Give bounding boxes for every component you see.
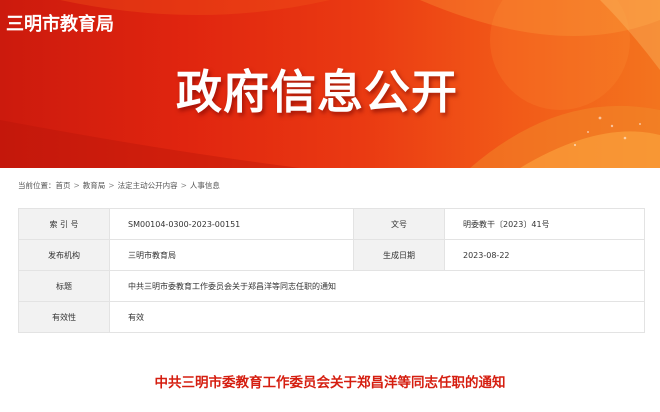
info-table: 索 引 号 SM00104-0300-2023-00151 文号 明委教干〔20… bbox=[18, 208, 645, 333]
breadcrumb-education-bureau[interactable]: 教育局 bbox=[83, 180, 106, 191]
title-value: 中共三明市委教育工作委员会关于郑昌洋等同志任职的通知 bbox=[109, 270, 645, 302]
document-title: 中共三明市委教育工作委员会关于郑昌洋等同志任职的通知 bbox=[154, 375, 506, 391]
breadcrumb: 当前位置： 首页 > 教育局 > 法定主动公开内容 > 人事信息 bbox=[18, 180, 220, 191]
validity-value: 有效 bbox=[109, 301, 645, 333]
breadcrumb-separator-icon: > bbox=[73, 181, 80, 190]
validity-label: 有效性 bbox=[18, 301, 110, 333]
breadcrumb-separator-icon: > bbox=[180, 181, 187, 190]
banner-title: 政府信息公开 bbox=[176, 65, 458, 119]
title-label: 标题 bbox=[18, 270, 110, 302]
breadcrumb-public-content[interactable]: 法定主动公开内容 bbox=[118, 180, 178, 191]
table-row: 有效性 有效 bbox=[18, 301, 645, 333]
breadcrumb-separator-icon: > bbox=[108, 181, 115, 190]
site-name[interactable]: 三明市教育局 bbox=[6, 10, 114, 36]
doc-no-label: 文号 bbox=[353, 208, 445, 240]
date-label: 生成日期 bbox=[353, 239, 445, 271]
index-label: 索 引 号 bbox=[18, 208, 110, 240]
date-value: 2023-08-22 bbox=[444, 239, 645, 271]
breadcrumb-personnel-info[interactable]: 人事信息 bbox=[190, 180, 220, 191]
doc-no-value: 明委教干〔2023〕41号 bbox=[444, 208, 645, 240]
table-row: 标题 中共三明市委教育工作委员会关于郑昌洋等同志任职的通知 bbox=[18, 270, 645, 302]
publisher-value: 三明市教育局 bbox=[109, 239, 354, 271]
breadcrumb-home[interactable]: 首页 bbox=[56, 180, 71, 191]
header-banner: 三明市教育局 政府信息公开 bbox=[0, 0, 660, 168]
breadcrumb-prefix: 当前位置： bbox=[18, 181, 56, 190]
table-row: 索 引 号 SM00104-0300-2023-00151 文号 明委教干〔20… bbox=[18, 208, 645, 240]
table-row: 发布机构 三明市教育局 生成日期 2023-08-22 bbox=[18, 239, 645, 271]
publisher-label: 发布机构 bbox=[18, 239, 110, 271]
index-value: SM00104-0300-2023-00151 bbox=[109, 208, 354, 240]
